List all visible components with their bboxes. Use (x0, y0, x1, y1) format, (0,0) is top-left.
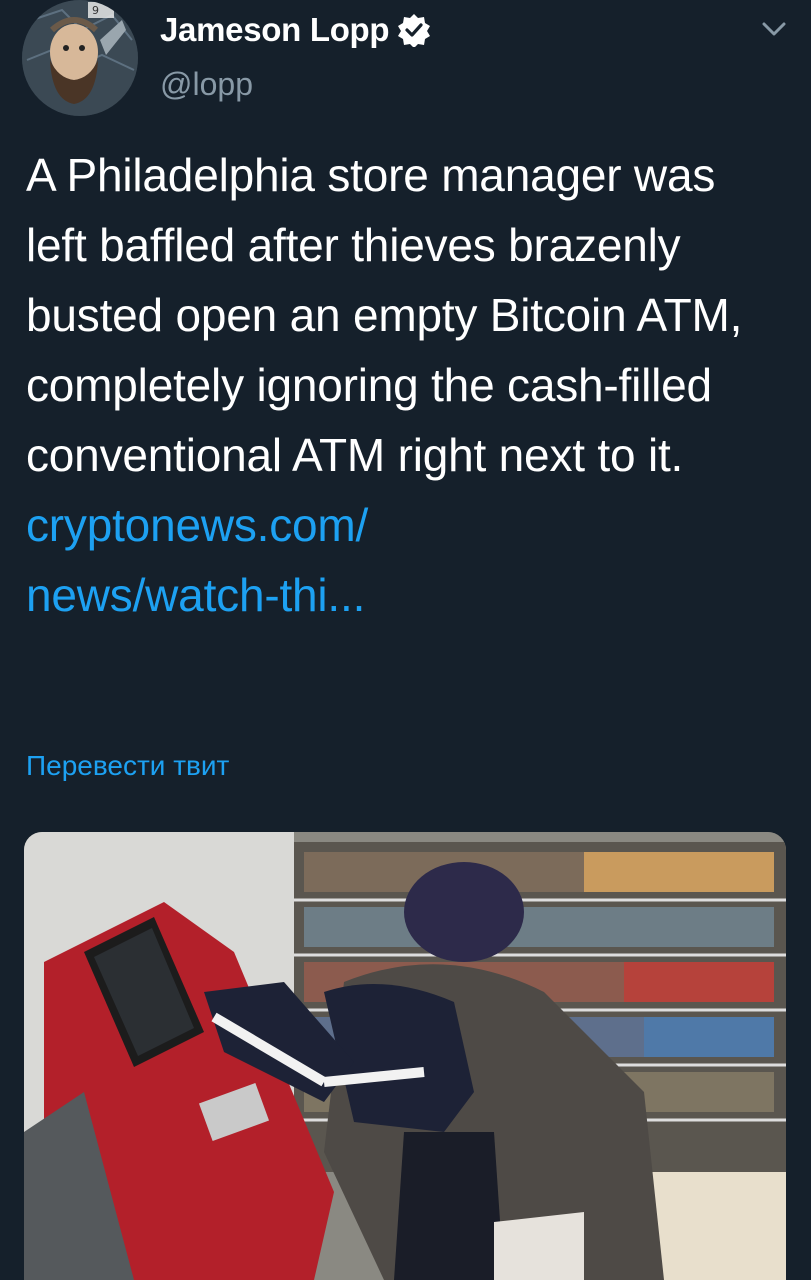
avatar-image: 9 (22, 0, 138, 116)
chevron-down-icon[interactable] (759, 18, 789, 40)
tweet-card: 9 Jameson Lopp @lopp A Philadelphia stor… (0, 0, 811, 1280)
translate-tweet-link[interactable]: Перевести твит (26, 750, 229, 782)
tweet-link[interactable]: cryptonews.com/ news/watch-thi... (26, 499, 368, 621)
svg-text:9: 9 (92, 4, 99, 17)
name-row: Jameson Lopp (160, 8, 751, 52)
display-name[interactable]: Jameson Lopp (160, 11, 390, 49)
avatar[interactable]: 9 (22, 0, 138, 116)
verified-badge-icon (397, 13, 431, 48)
photo-image (24, 832, 786, 1280)
tweet-media-photo[interactable] (24, 832, 786, 1280)
user-handle[interactable]: @lopp (160, 66, 751, 102)
tweet-header: Jameson Lopp @lopp (160, 8, 751, 102)
tweet-text-content: A Philadelphia store manager was left ba… (26, 149, 755, 481)
tweet-text: A Philadelphia store manager was left ba… (26, 140, 786, 630)
